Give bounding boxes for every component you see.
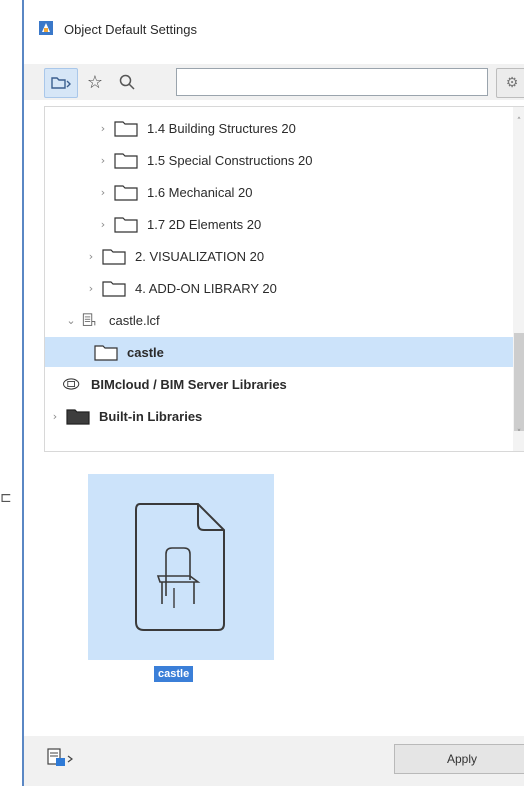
tree-item-label: 1.6 Mechanical 20 — [147, 184, 253, 200]
tree-item-label: 1.7 2D Elements 20 — [147, 216, 262, 232]
window-title: Object Default Settings — [64, 22, 197, 37]
tree-item-label: 1.5 Special Constructions 20 — [147, 152, 313, 168]
folder-icon — [114, 121, 138, 137]
folder-icon — [94, 345, 118, 361]
folder-view-button[interactable] — [44, 68, 78, 98]
folder-icon — [114, 217, 138, 233]
tree-item-add-on-library[interactable]: › 4. ADD-ON LIBRARY 20 — [45, 273, 515, 303]
tree-item-label: BIMcloud / BIM Server Libraries — [91, 376, 287, 392]
tree-item-built-in-libraries[interactable]: › Built-in Libraries — [45, 401, 515, 431]
scroll-up-icon[interactable]: ˄ — [513, 117, 524, 129]
scrollbar-thumb[interactable] — [514, 333, 524, 431]
background-cursor-glyph: ⊏ — [0, 490, 12, 506]
tree-item-label: 2. VISUALIZATION 20 — [135, 248, 265, 264]
favorites-button[interactable]: ☆ — [82, 68, 108, 96]
object-thumbnail[interactable] — [88, 474, 274, 660]
search-input[interactable] — [176, 68, 488, 96]
tree-item-label: Built-in Libraries — [99, 408, 203, 424]
library-tree[interactable]: › 1.4 Building Structures 20 › 1.5 Speci… — [44, 106, 524, 452]
tree-item-visualization[interactable]: › 2. VISUALIZATION 20 — [45, 241, 515, 271]
object-preview-area: castle — [44, 470, 524, 734]
chevron-right-icon[interactable]: › — [85, 282, 97, 295]
app-icon — [39, 21, 53, 35]
chevron-right-icon[interactable]: › — [97, 122, 109, 135]
tree-item-castle-lcf[interactable]: ⌄ castle.lcf — [45, 305, 515, 335]
tree-item-castle-folder[interactable]: castle — [45, 337, 515, 367]
star-icon: ☆ — [86, 71, 104, 93]
tree-scrollbar[interactable]: ˄ ˅ — [513, 107, 524, 451]
chevron-right-icon[interactable]: › — [97, 186, 109, 199]
search-options-button[interactable]: ⚙ — [496, 68, 524, 98]
folder-tree-icon — [51, 77, 71, 89]
chevron-right-icon[interactable]: › — [97, 218, 109, 231]
chevron-right-icon[interactable]: › — [97, 154, 109, 167]
tree-item-label: castle — [127, 344, 164, 360]
tree-item-label: castle.lcf — [109, 312, 160, 328]
tree-item-label: 4. ADD-ON LIBRARY 20 — [135, 280, 277, 296]
folder-icon — [114, 153, 138, 169]
object-caption: castle — [154, 666, 194, 682]
search-icon — [119, 74, 135, 90]
title-bar[interactable]: Object Default Settings — [24, 0, 524, 38]
chevron-right-icon[interactable]: › — [49, 410, 61, 423]
library-manager-button[interactable] — [44, 744, 78, 772]
folder-icon — [114, 185, 138, 201]
tree-item-mechanical[interactable]: › 1.6 Mechanical 20 — [45, 177, 515, 207]
gear-icon: ⚙ — [505, 75, 519, 91]
folder-icon — [102, 281, 126, 297]
chevron-down-icon[interactable]: ⌄ — [65, 314, 77, 327]
search-button[interactable] — [114, 68, 140, 96]
tree-item-building-structures[interactable]: › 1.4 Building Structures 20 — [45, 113, 515, 143]
library-container-icon — [82, 313, 96, 326]
chair-object-file-icon — [135, 503, 225, 631]
library-manager-icon — [47, 748, 73, 766]
folder-icon — [102, 249, 126, 265]
dark-folder-icon — [66, 409, 90, 425]
chevron-right-icon[interactable]: › — [85, 250, 97, 263]
scroll-down-icon[interactable]: ˅ — [513, 429, 524, 441]
tree-item-label: 1.4 Building Structures 20 — [147, 120, 296, 136]
object-default-settings-dialog: Object Default Settings ☆ ⚙ › 1.4 Buildi… — [22, 0, 524, 786]
apply-button[interactable]: Apply — [394, 744, 524, 774]
tree-item-2d-elements[interactable]: › 1.7 2D Elements 20 — [45, 209, 515, 239]
tree-item-bimcloud[interactable]: BIMcloud / BIM Server Libraries — [45, 369, 515, 399]
tree-item-special-constructions[interactable]: › 1.5 Special Constructions 20 — [45, 145, 515, 175]
bimcloud-icon — [63, 378, 80, 390]
